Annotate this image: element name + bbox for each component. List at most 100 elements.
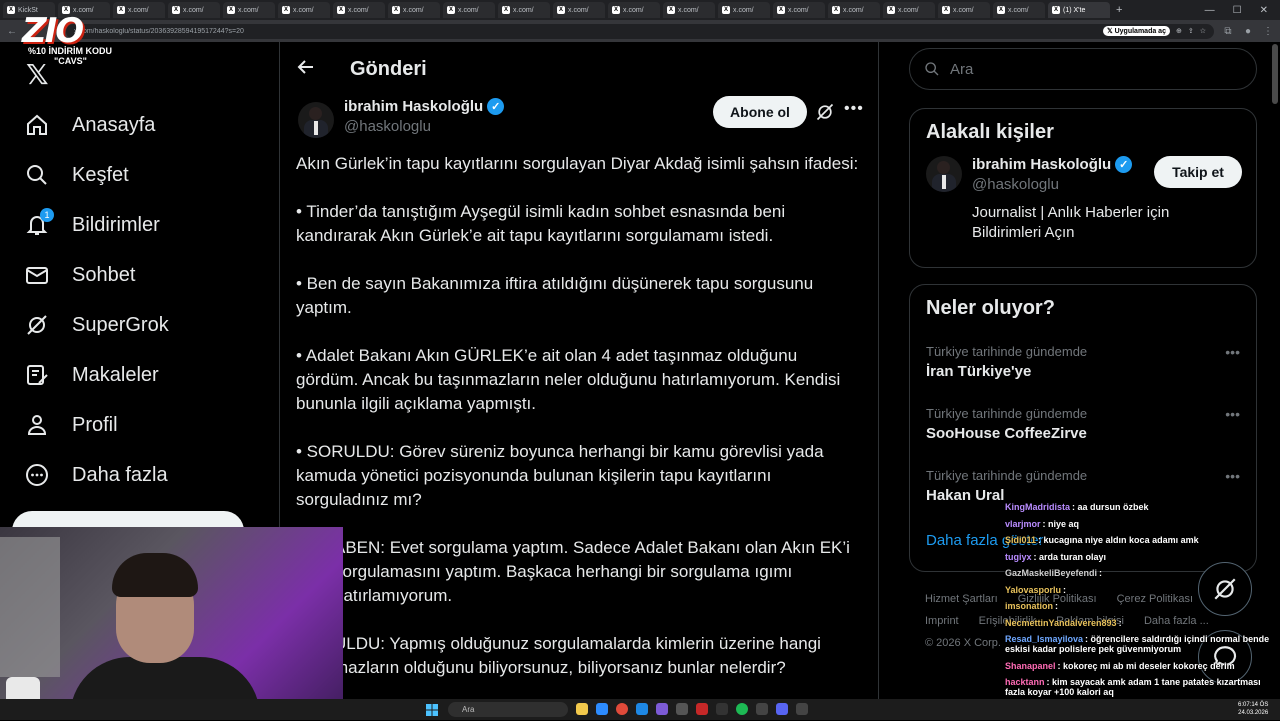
back-arrow-icon[interactable] bbox=[296, 57, 316, 82]
browser-tab-label: x.com/ bbox=[678, 6, 699, 14]
browser-tab[interactable]: Xx.com/ bbox=[498, 2, 550, 18]
sidebar-item-explore[interactable]: Keşfet bbox=[0, 150, 278, 200]
chat-username[interactable]: KingMadridista bbox=[1005, 502, 1070, 512]
grok-icon[interactable] bbox=[815, 102, 835, 127]
taskbar-app-icon[interactable] bbox=[756, 703, 768, 715]
browser-tab[interactable]: Xx.com/ bbox=[663, 2, 715, 18]
browser-tab[interactable]: Xx.com/ bbox=[773, 2, 825, 18]
browser-tab[interactable]: Xx.com/ bbox=[223, 2, 275, 18]
chat-message: tugiyx: arda turan olayı bbox=[1005, 552, 1280, 562]
trend-more-icon[interactable]: ••• bbox=[1225, 344, 1240, 360]
windows-start-icon[interactable] bbox=[426, 703, 438, 721]
taskbar-clock[interactable]: 6:07:14 ÖS 24.03.2026 bbox=[1238, 701, 1268, 717]
trend-item[interactable]: Türkiye tarihinde gündemde SooHouse Coff… bbox=[910, 394, 1256, 456]
browser-tab[interactable]: Xx.com/ bbox=[443, 2, 495, 18]
browser-tab[interactable]: Xx.com/ bbox=[993, 2, 1045, 18]
browser-tab[interactable]: Xx.com/ bbox=[168, 2, 220, 18]
tab-favicon-icon: X bbox=[667, 6, 675, 14]
sidebar-item-label: Profil bbox=[72, 413, 118, 436]
chat-message: GazMaskeliBeyefendi: bbox=[1005, 568, 1280, 578]
chat-username[interactable]: imsonation bbox=[1005, 601, 1053, 611]
taskbar-app-icon[interactable] bbox=[676, 703, 688, 715]
trend-more-icon[interactable]: ••• bbox=[1225, 468, 1240, 484]
chat-text: : bbox=[1118, 617, 1122, 628]
streamer-webcam bbox=[0, 527, 343, 720]
maximize-icon[interactable]: ☐ bbox=[1233, 5, 1242, 16]
back-nav-icon[interactable]: ← bbox=[6, 26, 18, 37]
chat-username[interactable]: hacktann bbox=[1005, 677, 1045, 687]
taskbar-app-icon[interactable] bbox=[776, 703, 788, 715]
trend-item[interactable]: Türkiye tarihinde gündemde İran Türkiye'… bbox=[910, 332, 1256, 394]
browser-menu-icon[interactable]: ⋮ bbox=[1262, 26, 1274, 37]
tab-favicon-icon: X bbox=[7, 6, 15, 14]
post-paragraph: • Ben de sayın Bakanımıza iftira atıldığ… bbox=[296, 274, 814, 317]
more-options-icon[interactable]: ••• bbox=[844, 100, 864, 118]
address-bar[interactable]: x.com/haskologlu/status/2036392859419517… bbox=[66, 23, 1214, 39]
browser-tab[interactable]: Xx.com/ bbox=[828, 2, 880, 18]
taskbar-app-icon[interactable] bbox=[636, 703, 648, 715]
sidebar-item-notifications[interactable]: 1 Bildirimler bbox=[0, 200, 278, 250]
chat-message: imsonation: bbox=[1005, 601, 1280, 611]
follow-button[interactable]: Takip et bbox=[1154, 156, 1242, 188]
author-name-row[interactable]: ibrahim Haskoloğlu ✓ bbox=[344, 98, 505, 115]
author-avatar[interactable] bbox=[298, 102, 334, 138]
taskbar-app-icon[interactable] bbox=[696, 703, 708, 715]
sidebar-item-profile[interactable]: Profil bbox=[0, 400, 278, 450]
taskbar-search-input[interactable]: Ara bbox=[448, 702, 568, 717]
chat-message: KingMadridista: aa dursun özbek bbox=[1005, 502, 1280, 512]
chat-username[interactable]: Shanapanel bbox=[1005, 661, 1056, 671]
footer-link[interactable]: Imprint bbox=[925, 615, 959, 627]
browser-tab[interactable]: Xx.com/ bbox=[938, 2, 990, 18]
browser-tab[interactable]: Xx.com/ bbox=[608, 2, 660, 18]
browser-tab[interactable]: Xx.com/ bbox=[388, 2, 440, 18]
chat-username[interactable]: tugiyx bbox=[1005, 552, 1032, 562]
zoom-icon[interactable]: ⊕ bbox=[1176, 27, 1182, 35]
chat-username[interactable]: vlarjmor bbox=[1005, 519, 1041, 529]
chat-username[interactable]: Şidi011 bbox=[1005, 535, 1036, 545]
taskbar-app-icon[interactable] bbox=[716, 703, 728, 715]
related-person[interactable]: ibrahim Haskoloğlu ✓ @haskologlu Journali… bbox=[910, 156, 1256, 243]
browser-tab-active[interactable]: X (1) X'te bbox=[1048, 2, 1110, 18]
share-icon[interactable]: ⇪ bbox=[1188, 27, 1194, 35]
browser-tab[interactable]: Xx.com/ bbox=[883, 2, 935, 18]
profile-avatar-icon[interactable]: ● bbox=[1242, 26, 1254, 37]
browser-tab[interactable]: Xx.com/ bbox=[718, 2, 770, 18]
chrome-icon[interactable] bbox=[616, 703, 628, 715]
taskbar-time: 6:07:14 ÖS bbox=[1238, 702, 1269, 708]
chat-username[interactable]: Yalovasporlu bbox=[1005, 585, 1061, 595]
spotify-icon[interactable] bbox=[736, 703, 748, 715]
minimize-icon[interactable]: — bbox=[1205, 5, 1215, 16]
bookmark-star-icon[interactable]: ☆ bbox=[1200, 27, 1206, 35]
author-handle[interactable]: @haskologlu bbox=[344, 118, 504, 135]
page-title: Gönderi bbox=[350, 57, 427, 80]
taskbar-app-icon[interactable] bbox=[576, 703, 588, 715]
new-tab-icon[interactable]: + bbox=[1116, 4, 1122, 16]
sidebar-item-home[interactable]: Anasayfa bbox=[0, 100, 278, 150]
taskbar-app-icon[interactable] bbox=[596, 703, 608, 715]
taskbar-app-icon[interactable] bbox=[796, 703, 808, 715]
trend-more-icon[interactable]: ••• bbox=[1225, 406, 1240, 422]
browser-tab-label: x.com/ bbox=[1008, 6, 1029, 14]
open-in-app-button[interactable]: 𝕏 Uygulamada aç bbox=[1103, 26, 1170, 36]
taskbar-app-icon[interactable] bbox=[656, 703, 668, 715]
browser-tab[interactable]: Xx.com/ bbox=[278, 2, 330, 18]
sidebar-item-more[interactable]: Daha fazla bbox=[0, 450, 278, 500]
sidebar-item-articles[interactable]: Makaleler bbox=[0, 350, 278, 400]
subscribe-button[interactable]: Abone ol bbox=[713, 96, 807, 128]
footer-link[interactable]: Hizmet Şartları bbox=[925, 593, 998, 605]
chat-username[interactable]: NecmettinYandalveren893 bbox=[1005, 618, 1117, 628]
page-scrollbar[interactable] bbox=[1272, 44, 1278, 104]
close-icon[interactable]: ✕ bbox=[1260, 5, 1268, 16]
sidebar-item-messages[interactable]: Sohbet bbox=[0, 250, 278, 300]
post-paragraph: Akın Gürlek’in tapu kayıtlarını sorgulay… bbox=[296, 154, 859, 173]
browser-tab-label: x.com/ bbox=[788, 6, 809, 14]
chat-username[interactable]: GazMaskeliBeyefendi bbox=[1005, 568, 1097, 578]
chat-text: : niye aq bbox=[1042, 518, 1080, 529]
chat-username[interactable]: Resad_Ismayilova bbox=[1005, 634, 1083, 644]
browser-tab[interactable]: Xx.com/ bbox=[553, 2, 605, 18]
search-input[interactable]: Ara bbox=[909, 48, 1257, 90]
browser-tab[interactable]: Xx.com/ bbox=[333, 2, 385, 18]
sidebar-item-supergrok[interactable]: SuperGrok bbox=[0, 300, 278, 350]
related-person-avatar[interactable] bbox=[926, 156, 962, 192]
extensions-icon[interactable]: ⧉ bbox=[1222, 26, 1234, 37]
